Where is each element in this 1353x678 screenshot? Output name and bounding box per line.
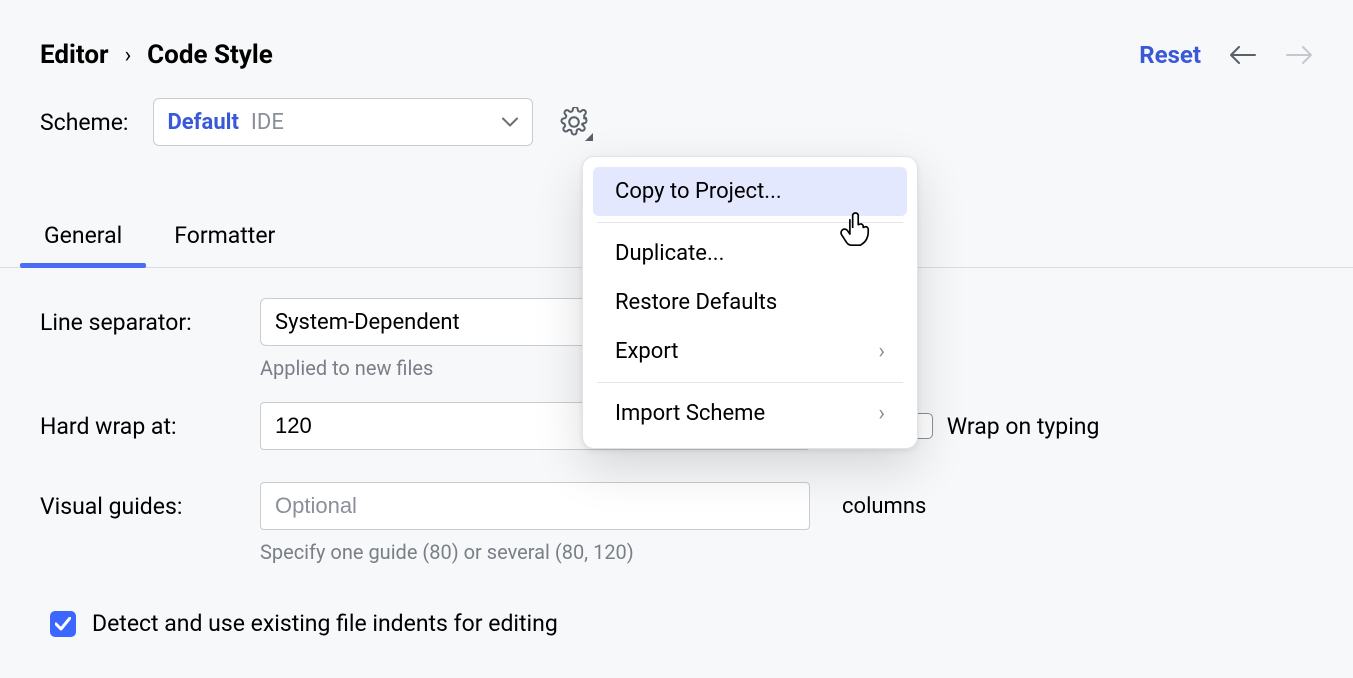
scheme-selected-suffix: IDE xyxy=(251,110,284,135)
visual-guides-row: Visual guides: columns xyxy=(40,482,1313,530)
menu-separator xyxy=(597,222,903,223)
scheme-select[interactable]: Default IDE xyxy=(153,98,533,146)
scheme-selected-name: Default xyxy=(168,110,239,135)
chevron-right-icon: › xyxy=(878,339,885,364)
breadcrumb-current: Code Style xyxy=(147,40,273,70)
dropdown-indicator-icon xyxy=(585,133,593,141)
tab-formatter[interactable]: Formatter xyxy=(170,212,279,267)
chevron-right-icon: › xyxy=(878,401,885,426)
scheme-actions-button[interactable] xyxy=(557,105,591,139)
wrap-on-typing-label: Wrap on typing xyxy=(947,413,1100,440)
tab-general[interactable]: General xyxy=(40,212,126,267)
page-header: Editor › Code Style Reset xyxy=(0,0,1353,98)
back-button[interactable] xyxy=(1229,44,1257,66)
breadcrumb-separator: › xyxy=(125,43,132,68)
menu-separator xyxy=(597,382,903,383)
scheme-actions-popup: Copy to Project... Duplicate... Restore … xyxy=(582,156,918,449)
breadcrumb: Editor › Code Style xyxy=(40,40,273,70)
visual-guides-label: Visual guides: xyxy=(40,493,240,520)
menu-copy-to-project[interactable]: Copy to Project... xyxy=(593,167,907,216)
detect-indents-option[interactable]: Detect and use existing file indents for… xyxy=(0,586,1353,637)
chevron-down-icon xyxy=(502,113,518,132)
menu-import-scheme-label: Import Scheme xyxy=(615,401,765,426)
scheme-label: Scheme: xyxy=(40,109,129,136)
visual-guides-helper: Specify one guide (80) or several (80, 1… xyxy=(260,540,1313,564)
detect-indents-label: Detect and use existing file indents for… xyxy=(92,610,558,637)
menu-restore-defaults[interactable]: Restore Defaults xyxy=(593,278,907,327)
line-separator-value: System-Dependent xyxy=(275,310,460,335)
breadcrumb-parent[interactable]: Editor xyxy=(40,40,109,70)
detect-indents-checkbox[interactable] xyxy=(50,611,76,637)
header-actions: Reset xyxy=(1139,41,1313,69)
menu-export-label: Export xyxy=(615,339,679,364)
wrap-on-typing-option[interactable]: Wrap on typing xyxy=(907,413,1100,440)
line-separator-label: Line separator: xyxy=(40,309,240,336)
menu-export[interactable]: Export › xyxy=(593,327,907,376)
menu-import-scheme[interactable]: Import Scheme › xyxy=(593,389,907,438)
visual-guides-input[interactable] xyxy=(260,482,810,530)
reset-button[interactable]: Reset xyxy=(1139,41,1201,69)
visual-guides-unit: columns xyxy=(842,494,926,519)
menu-duplicate[interactable]: Duplicate... xyxy=(593,229,907,278)
forward-button xyxy=(1285,44,1313,66)
hard-wrap-label: Hard wrap at: xyxy=(40,413,240,440)
